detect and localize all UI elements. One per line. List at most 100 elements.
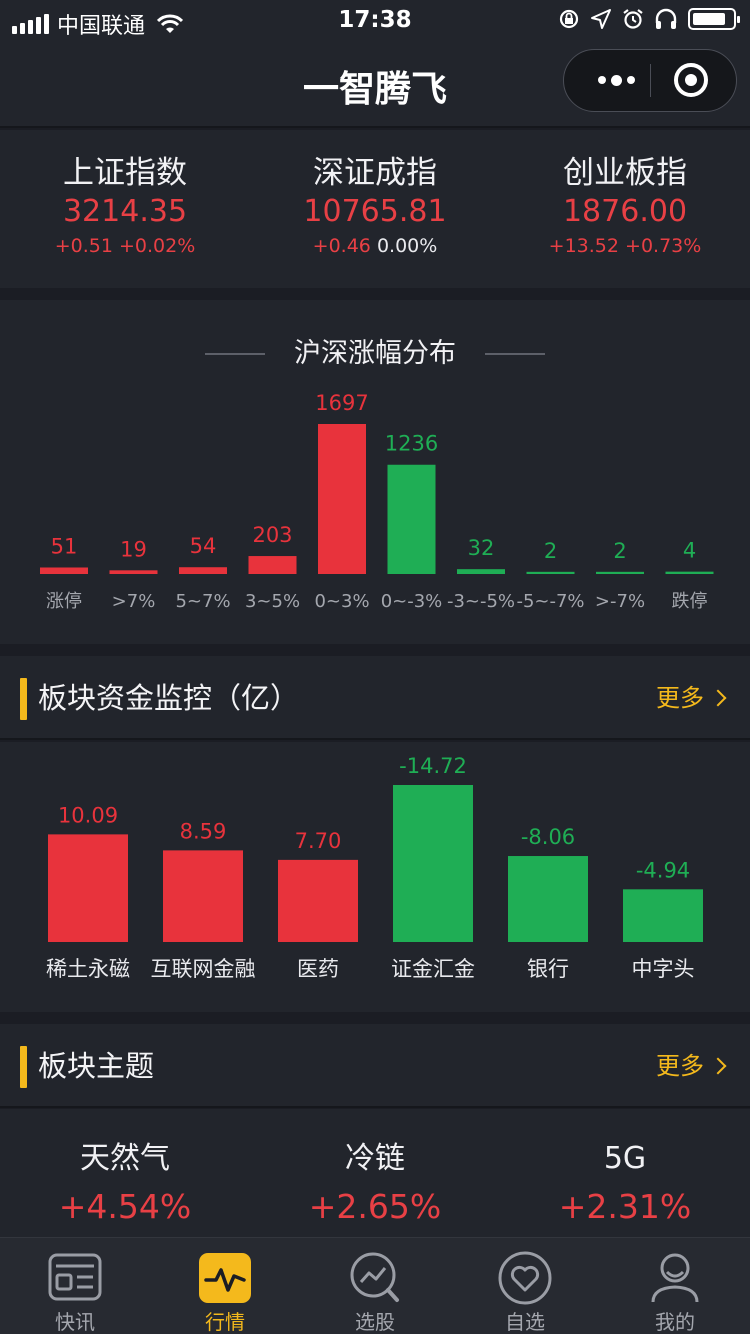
section-accent-bar xyxy=(20,1046,27,1088)
x-axis-label: -5~-7% xyxy=(516,591,584,612)
theme-name: 天然气 xyxy=(80,1141,170,1176)
x-axis-label: 银行 xyxy=(527,957,569,981)
theme-change: +2.65% xyxy=(308,1187,442,1226)
tab-watchlist[interactable]: 自选 xyxy=(450,1238,600,1334)
fund-bar xyxy=(623,889,703,942)
bar-value-label: -14.72 xyxy=(399,754,467,778)
fund-bar xyxy=(508,856,588,942)
bar-value-label: 51 xyxy=(51,534,78,558)
bar-value-label: 203 xyxy=(252,523,292,547)
index-summary: 上证指数 3214.35 +0.51 +0.02% 深证成指 10765.81 … xyxy=(0,130,750,288)
fund-more-link[interactable]: 更多 xyxy=(656,680,727,716)
index-change: +0.46 xyxy=(312,235,371,257)
x-axis-label: 稀土永磁 xyxy=(46,957,130,981)
index-card-chinext[interactable]: 创业板指 1876.00 +13.52 +0.73% xyxy=(500,130,750,288)
section-accent-bar xyxy=(20,678,27,720)
more-dots-icon[interactable] xyxy=(582,50,650,110)
tab-label: 自选 xyxy=(505,1310,545,1334)
heart-icon xyxy=(498,1251,552,1305)
location-icon xyxy=(591,9,611,29)
theme-card[interactable]: 5G +2.31% xyxy=(500,1109,750,1239)
theme-card[interactable]: 冷链 +2.65% xyxy=(250,1109,500,1239)
index-card-shanghai[interactable]: 上证指数 3214.35 +0.51 +0.02% xyxy=(0,130,250,288)
distribution-chart: 51 涨停 19 >7% 54 5~7% 203 3~5% 1697 0~3% 1236 0~-3% 3… xyxy=(40,391,714,612)
index-name: 创业板指 xyxy=(563,155,687,191)
index-value: 1876.00 xyxy=(562,194,688,229)
bar-value-label: -4.94 xyxy=(636,858,690,882)
x-axis-label: -3~-5% xyxy=(447,591,515,612)
news-icon xyxy=(48,1253,102,1301)
index-name: 深证成指 xyxy=(313,155,437,191)
bar-value-label: 4 xyxy=(683,539,696,563)
tab-stock-picker[interactable]: 选股 xyxy=(300,1238,450,1334)
battery-icon xyxy=(688,8,740,30)
x-axis-label: 0~-3% xyxy=(381,591,443,612)
bar-value-label: 1236 xyxy=(385,432,438,456)
tab-label: 选股 xyxy=(355,1310,395,1334)
more-label: 更多 xyxy=(656,1052,704,1080)
distribution-section: 沪深涨幅分布 51 涨停 19 >7% 54 5~7% 203 3~5% 1697 0~3% 123… xyxy=(0,300,750,644)
theme-list: 天然气 +4.54% 冷链 +2.65% 5G +2.31% xyxy=(0,1109,750,1239)
index-percent: 0.00% xyxy=(376,235,438,257)
x-axis-label: 5~7% xyxy=(175,591,230,612)
status-bar: 中国联通 17:38 xyxy=(0,0,750,40)
tab-news[interactable]: 快讯 xyxy=(0,1238,150,1334)
distribution-bar xyxy=(179,567,227,574)
tab-profile[interactable]: 我的 xyxy=(600,1238,750,1334)
theme-change: +2.31% xyxy=(558,1187,692,1226)
fund-bar xyxy=(48,834,128,942)
tab-market[interactable]: 行情 xyxy=(150,1238,300,1334)
distribution-bar xyxy=(596,571,644,574)
theme-name: 5G xyxy=(603,1141,647,1176)
fund-chart: 10.09 稀土永磁 8.59 互联网金融 7.70 医药 -14.72 证金汇金 -8.06 银… xyxy=(46,754,703,981)
tab-bar: 快讯 行情 选股 自选 我的 xyxy=(0,1237,750,1334)
theme-more-link[interactable]: 更多 xyxy=(656,1048,727,1084)
fund-section-header: 板块资金监控（亿） 更多 xyxy=(0,656,750,740)
mini-program-capsule xyxy=(563,49,737,112)
index-change: +0.51 xyxy=(54,235,113,257)
distribution-bar xyxy=(457,569,505,574)
alarm-icon xyxy=(623,9,643,29)
x-axis-label: 涨停 xyxy=(46,591,82,612)
fund-bar xyxy=(278,859,358,942)
index-value: 10765.81 xyxy=(303,194,447,229)
x-axis-label: 跌停 xyxy=(672,591,708,612)
theme-change: +4.54% xyxy=(58,1187,192,1226)
target-icon[interactable] xyxy=(674,63,708,97)
theme-name: 冷链 xyxy=(345,1141,405,1176)
index-value: 3214.35 xyxy=(62,194,188,229)
bar-value-label: 1697 xyxy=(315,391,368,415)
x-axis-label: 中字头 xyxy=(632,957,695,981)
tab-label: 行情 xyxy=(205,1310,245,1334)
theme-section-header: 板块主题 更多 xyxy=(0,1024,750,1108)
chevron-right-icon xyxy=(709,1057,727,1075)
headphones-icon xyxy=(655,8,677,29)
more-label: 更多 xyxy=(656,684,704,712)
nav-bar: 一智腾飞 xyxy=(0,40,750,128)
fund-section-title: 板块资金监控（亿） xyxy=(38,681,300,715)
distribution-bar xyxy=(248,556,297,574)
fund-bar xyxy=(393,785,473,942)
index-percent: +0.02% xyxy=(119,235,196,257)
index-card-shenzhen[interactable]: 深证成指 10765.81 +0.46 0.00% xyxy=(250,130,500,288)
market-pulse-icon xyxy=(199,1253,251,1303)
distribution-bar xyxy=(318,424,366,574)
bar-value-label: 2 xyxy=(544,539,557,563)
rotation-lock-icon xyxy=(559,9,579,29)
theme-card[interactable]: 天然气 +4.54% xyxy=(0,1109,250,1239)
x-axis-label: 0~3% xyxy=(314,591,369,612)
x-axis-label: 证金汇金 xyxy=(391,957,475,981)
x-axis-label: 互联网金融 xyxy=(151,957,256,981)
theme-section-title: 板块主题 xyxy=(38,1049,155,1083)
x-axis-label: >7% xyxy=(112,591,156,612)
bar-value-label: 54 xyxy=(190,534,217,558)
distribution-bar xyxy=(526,571,575,574)
index-percent: +0.73% xyxy=(625,235,702,257)
bar-value-label: 8.59 xyxy=(180,819,227,843)
bar-value-label: 19 xyxy=(120,537,147,561)
capsule-divider xyxy=(650,64,651,97)
distribution-bar xyxy=(665,571,714,574)
x-axis-label: 3~5% xyxy=(245,591,300,612)
bar-value-label: -8.06 xyxy=(521,825,575,849)
distribution-bar xyxy=(40,567,88,574)
